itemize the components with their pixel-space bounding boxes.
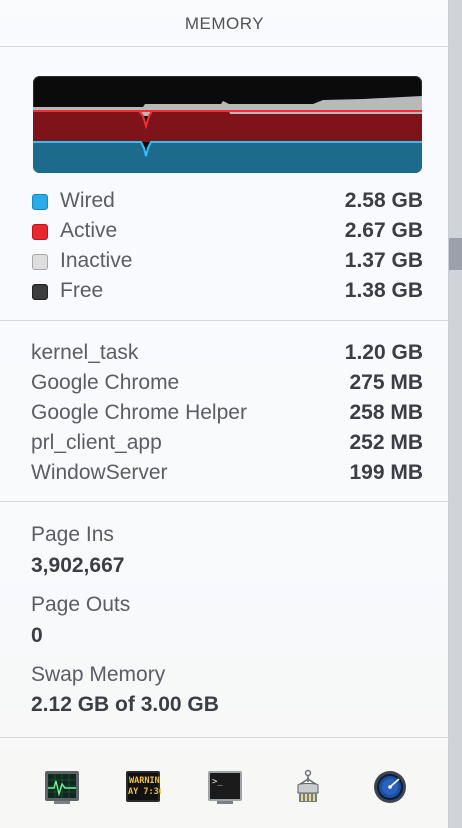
process-name: prl_client_app — [31, 431, 162, 454]
free-swatch — [32, 284, 48, 300]
network-utility-icon[interactable] — [372, 769, 408, 805]
legend-active: Active 2.67 GB — [0, 216, 449, 246]
legend-label: Free — [60, 279, 104, 302]
memory-usage-graph — [33, 76, 422, 173]
wired-swatch — [32, 194, 48, 210]
page-outs-value: 0 — [31, 624, 43, 647]
legend-label: Inactive — [60, 249, 133, 272]
divider — [0, 320, 449, 321]
process-row[interactable]: Google Chrome Helper 258 MB — [0, 398, 449, 428]
legend-free: Free 1.38 GB — [0, 276, 449, 306]
legend-label: Active — [60, 219, 118, 242]
active-area — [33, 111, 422, 142]
panel-title: MEMORY — [0, 0, 449, 47]
process-memory: 1.20 GB — [344, 341, 423, 364]
divider — [0, 501, 449, 502]
inactive-swatch — [32, 254, 48, 270]
swap-memory-label: Swap Memory — [31, 663, 166, 686]
terminal-prompt: >_ — [212, 777, 223, 787]
swap-memory-value: 2.12 GB of 3.00 GB — [31, 693, 219, 716]
memory-panel: MEMORY Wired 2.58 GB Active 2.67 GB Inac… — [0, 0, 449, 828]
page-outs-label: Page Outs — [31, 593, 131, 616]
process-memory: 275 MB — [349, 371, 423, 394]
legend-value: 1.37 GB — [344, 249, 423, 272]
console-icon[interactable]: WARNIN AY 7:36 — [125, 769, 164, 805]
disk-utility-icon[interactable] — [290, 769, 326, 805]
process-name: Google Chrome — [31, 371, 180, 394]
activity-monitor-icon[interactable] — [44, 769, 80, 805]
process-memory: 258 MB — [349, 401, 423, 424]
process-row[interactable]: kernel_task 1.20 GB — [0, 338, 449, 368]
background-scroll-thumb — [449, 238, 462, 270]
process-row[interactable]: WindowServer 199 MB — [0, 458, 449, 488]
background-window-edge — [449, 0, 462, 828]
legend-inactive: Inactive 1.37 GB — [0, 246, 449, 276]
legend-value: 1.38 GB — [344, 279, 423, 302]
console-time-text: AY 7:36 — [128, 787, 161, 797]
page-ins-value: 3,902,667 — [31, 554, 125, 577]
process-row[interactable]: Google Chrome 275 MB — [0, 368, 449, 398]
wired-area — [33, 142, 422, 173]
process-row[interactable]: prl_client_app 252 MB — [0, 428, 449, 458]
legend-label: Wired — [60, 189, 115, 212]
active-swatch — [32, 224, 48, 240]
legend-value: 2.58 GB — [344, 189, 423, 212]
console-warning-text: WARNIN — [129, 776, 160, 786]
memory-graph-svg — [33, 96, 422, 173]
legend-value: 2.67 GB — [344, 219, 423, 242]
process-name: Google Chrome Helper — [31, 401, 247, 424]
terminal-icon[interactable]: >_ — [207, 769, 243, 805]
utility-toolbar: WARNIN AY 7:36 >_ — [0, 737, 449, 828]
process-memory: 252 MB — [349, 431, 423, 454]
page-ins-label: Page Ins — [31, 523, 114, 546]
process-memory: 199 MB — [349, 461, 423, 484]
process-name: kernel_task — [31, 341, 139, 364]
process-name: WindowServer — [31, 461, 168, 484]
legend-wired: Wired 2.58 GB — [0, 186, 449, 216]
